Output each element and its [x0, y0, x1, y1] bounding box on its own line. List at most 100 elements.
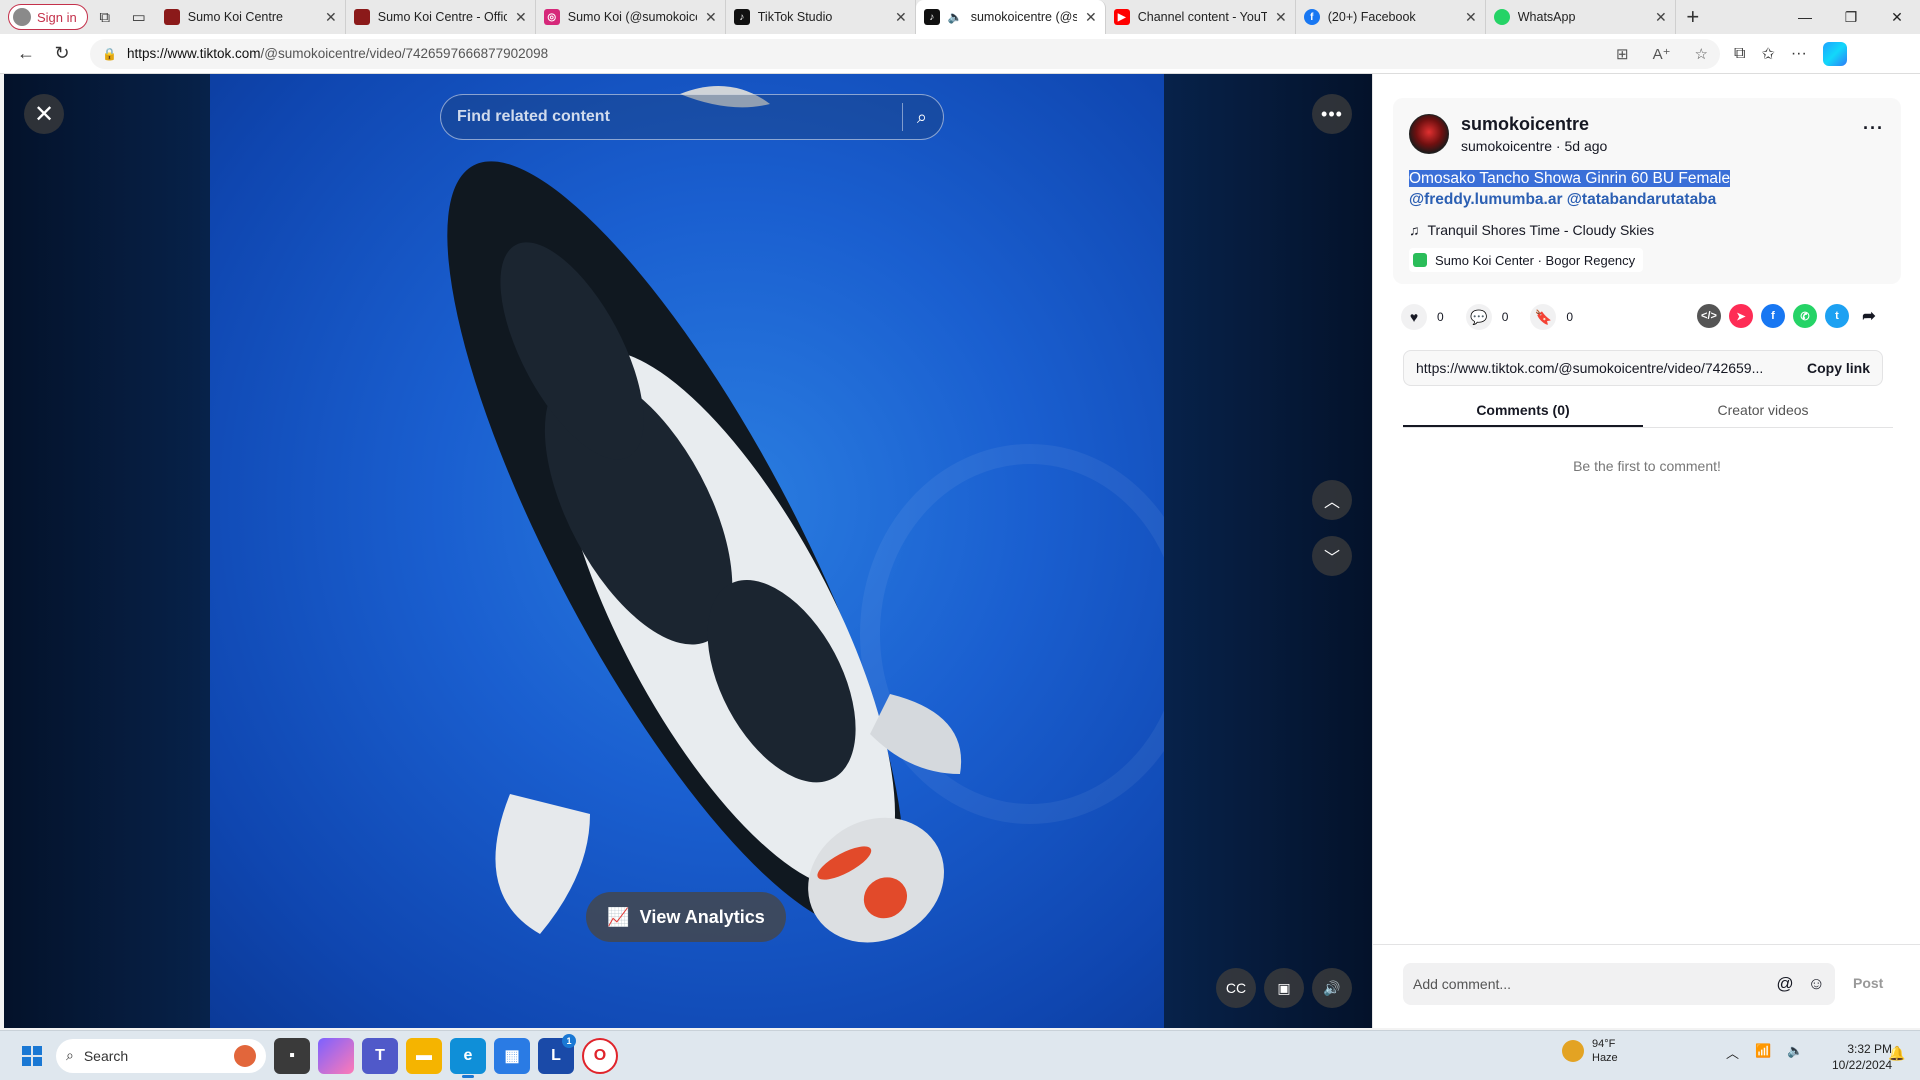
close-tab-icon[interactable]: ✕: [705, 9, 717, 26]
post-more-icon[interactable]: ···: [1863, 118, 1884, 139]
mention-at-icon[interactable]: @: [1776, 974, 1793, 994]
app-available-icon[interactable]: ⊞: [1616, 45, 1629, 63]
comment-button[interactable]: 💬 0: [1465, 304, 1508, 330]
browser-tab[interactable]: f (20+) Facebook ✕: [1296, 0, 1486, 34]
emoji-icon[interactable]: ☺: [1808, 974, 1825, 994]
previous-video-button[interactable]: ︿: [1312, 480, 1352, 520]
url-field[interactable]: 🔒 https://www.tiktok.com/@sumokoicentre/…: [90, 38, 1720, 69]
close-tab-icon[interactable]: ✕: [515, 9, 527, 26]
read-aloud-icon[interactable]: A⁺: [1653, 45, 1671, 63]
start-windows-icon[interactable]: [22, 1045, 42, 1066]
taskbar-search[interactable]: ⌕ Search: [56, 1038, 266, 1073]
notification-bell-icon[interactable]: 🔔: [1888, 1045, 1905, 1062]
floating-player-button[interactable]: ▣: [1264, 968, 1304, 1008]
tab-comments[interactable]: Comments (0): [1403, 396, 1643, 427]
add-comment-input[interactable]: Add comment... @ ☺: [1403, 963, 1835, 1005]
opera-icon[interactable]: O: [582, 1037, 618, 1074]
tab-title: TikTok Studio: [757, 10, 833, 24]
copilot-icon[interactable]: [1822, 41, 1847, 66]
more-menu-icon[interactable]: ···: [1791, 45, 1807, 63]
facebook-share-icon[interactable]: f: [1761, 304, 1785, 328]
location-tag[interactable]: Sumo Koi Center · Bogor Regency: [1409, 248, 1644, 272]
chevron-up-icon[interactable]: ︿: [1726, 1043, 1739, 1062]
captions-button[interactable]: CC: [1216, 968, 1256, 1008]
browser-tab[interactable]: WhatsApp ✕: [1486, 0, 1676, 34]
browser-tab[interactable]: ▶ Channel content - YouTu ✕: [1106, 0, 1296, 34]
video-link-text[interactable]: https://www.tiktok.com/@sumokoicentre/vi…: [1416, 360, 1807, 376]
heart-icon: ♥: [1401, 304, 1427, 330]
koi-fish-image: [447, 86, 1164, 943]
browser-tab[interactable]: Sumo Koi Centre ✕: [156, 0, 346, 34]
location-pin-icon: [1413, 253, 1427, 267]
sign-in-button[interactable]: Sign in: [8, 4, 88, 30]
close-window-icon[interactable]: ✕: [1874, 0, 1920, 34]
microsoft-store-icon[interactable]: ▦: [494, 1037, 530, 1074]
teams-icon[interactable]: T: [362, 1037, 398, 1074]
creator-avatar[interactable]: [1409, 114, 1449, 154]
save-button[interactable]: 🔖 0: [1530, 304, 1573, 330]
location-text: Sumo Koi Center · Bogor Regency: [1435, 252, 1636, 268]
more-options-button[interactable]: •••: [1312, 94, 1352, 134]
creator-subtitle: sumokoicentre · 5d ago: [1461, 138, 1608, 154]
speaker-icon[interactable]: 🔈: [948, 10, 963, 24]
windows-taskbar: ⌕ Search ▪ T ▬ e ▦ L1 O 94°F Haze ︿ 📶 🔈 …: [0, 1030, 1920, 1080]
like-button[interactable]: ♥ 0: [1401, 304, 1444, 330]
browser-tab[interactable]: ♪ TikTok Studio ✕: [726, 0, 916, 34]
close-tab-icon[interactable]: ✕: [1465, 9, 1477, 26]
close-tab-icon[interactable]: ✕: [1655, 9, 1667, 26]
share-arrow-icon[interactable]: ➦: [1857, 304, 1881, 328]
mention-tags[interactable]: @freddy.lumumba.ar @tatabandarutataba: [1409, 191, 1716, 209]
copy-link-button[interactable]: Copy link: [1807, 360, 1870, 376]
post-comment-button[interactable]: Post: [1853, 975, 1883, 991]
weather-widget[interactable]: 94°F Haze: [1562, 1037, 1618, 1065]
file-explorer-icon[interactable]: ▬: [406, 1037, 442, 1074]
speaker-icon[interactable]: 🔈: [1787, 1043, 1803, 1062]
search-icon[interactable]: ⌕: [917, 107, 927, 128]
clock-time: 3:32 PM: [1847, 1042, 1893, 1056]
view-analytics-button[interactable]: 📈 View Analytics: [586, 892, 786, 942]
tab-actions-icon[interactable]: ▭: [122, 2, 156, 32]
view-analytics-label: View Analytics: [639, 906, 765, 927]
close-tab-icon[interactable]: ✕: [1275, 9, 1287, 26]
close-tab-icon[interactable]: ✕: [1085, 9, 1097, 26]
music-info[interactable]: ♫ Tranquil Shores Time - Cloudy Skies: [1409, 222, 1654, 238]
extensions-icon[interactable]: ⧉: [1734, 45, 1745, 63]
browser-tab-active[interactable]: ♪ 🔈 sumokoicentre (@s ✕: [915, 0, 1106, 34]
browser-tab[interactable]: Sumo Koi Centre - Offici ✕: [346, 0, 536, 34]
close-video-button[interactable]: ✕: [24, 94, 64, 134]
like-count: 0: [1437, 310, 1444, 324]
tab-title: Sumo Koi Centre - Offici: [377, 10, 508, 24]
task-view-icon[interactable]: ▪: [274, 1037, 310, 1074]
new-tab-button[interactable]: +: [1676, 2, 1710, 32]
minimize-icon[interactable]: —: [1782, 0, 1828, 34]
restore-icon[interactable]: ❐: [1828, 0, 1874, 34]
lock-icon[interactable]: 🔒: [102, 47, 117, 61]
refresh-icon[interactable]: ↻: [44, 36, 80, 72]
close-tab-icon[interactable]: ✕: [325, 9, 337, 26]
volume-button[interactable]: 🔊: [1312, 968, 1352, 1008]
favorites-icon[interactable]: ✩: [1761, 44, 1774, 64]
linkedin-app-icon[interactable]: L1: [538, 1033, 576, 1074]
tab-title: Channel content - YouTu: [1137, 10, 1268, 24]
tab-title: sumokoicentre (@s: [970, 10, 1078, 24]
copy-link-box: https://www.tiktok.com/@sumokoicentre/vi…: [1403, 350, 1883, 386]
next-video-button[interactable]: ﹀: [1312, 536, 1352, 576]
copilot-taskbar-icon[interactable]: [318, 1037, 354, 1074]
video-frame[interactable]: [210, 74, 1164, 1028]
find-related-search[interactable]: Find related content ⌕: [440, 94, 944, 140]
favorite-star-icon[interactable]: ☆: [1695, 45, 1708, 63]
send-to-friends-icon[interactable]: ➤: [1729, 304, 1753, 328]
wifi-icon[interactable]: 📶: [1755, 1043, 1771, 1062]
whatsapp-share-icon[interactable]: ✆: [1793, 304, 1817, 328]
instagram-icon: ◎: [543, 9, 560, 25]
system-clock[interactable]: 3:32 PM 10/22/2024: [1832, 1041, 1892, 1073]
back-arrow-icon[interactable]: ←: [8, 36, 44, 72]
browser-tab[interactable]: ◎ Sumo Koi (@sumokoice ✕: [536, 0, 726, 34]
close-tab-icon[interactable]: ✕: [895, 9, 907, 26]
creator-username[interactable]: sumokoicentre: [1461, 114, 1589, 135]
tab-creator-videos[interactable]: Creator videos: [1643, 396, 1883, 427]
twitter-share-icon[interactable]: t: [1825, 304, 1849, 328]
workspaces-icon[interactable]: ⧉: [88, 2, 122, 32]
embed-code-icon[interactable]: </>: [1697, 304, 1721, 328]
edge-browser-icon[interactable]: e: [450, 1037, 486, 1078]
